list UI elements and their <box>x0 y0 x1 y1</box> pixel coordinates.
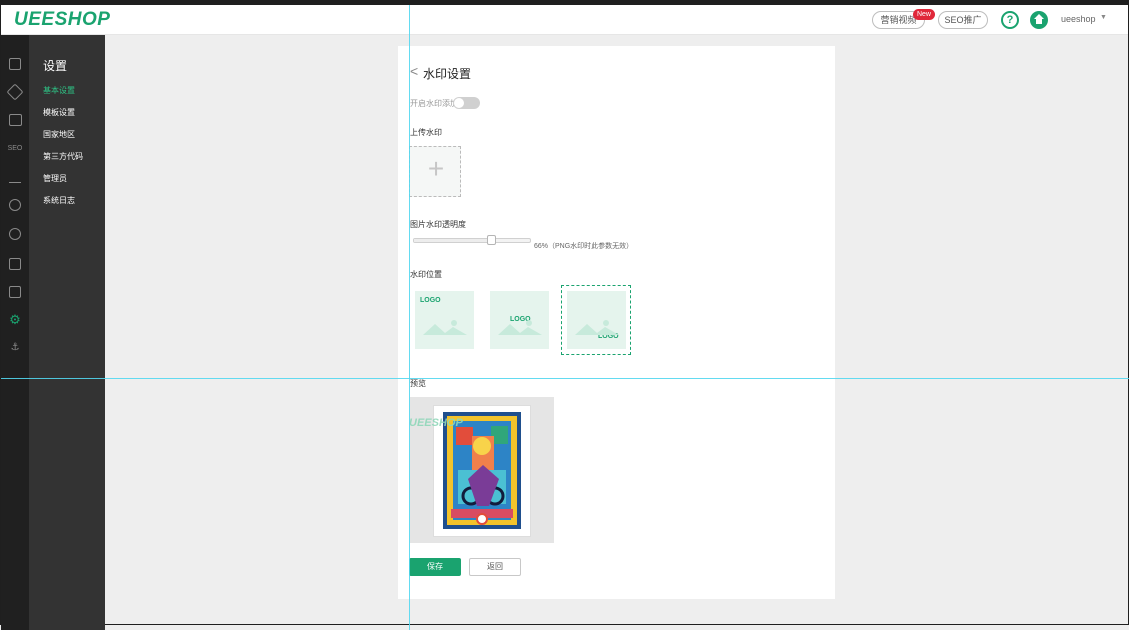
return-button[interactable]: 返回 <box>469 558 521 576</box>
chart-icon[interactable] <box>9 171 21 183</box>
sidebar-item-basic-settings[interactable]: 基本设置 <box>43 85 75 96</box>
home-icon[interactable] <box>1030 11 1048 29</box>
user-menu[interactable]: ueeshop <box>1061 14 1096 24</box>
help-icon[interactable]: ? <box>1001 11 1019 29</box>
upload-watermark-dropzone[interactable]: + <box>409 146 461 197</box>
image-placeholder-icon <box>575 320 619 335</box>
top-navigation: UEESHOP 营销视频 New SEO推广 ? ueeshop ▼ <box>1 5 1128 35</box>
preview-label: 预览 <box>410 379 426 388</box>
seo-icon[interactable]: SEO <box>7 143 23 155</box>
sidebar-item-system-log[interactable]: 系统日志 <box>43 195 75 206</box>
seo-promotion-button[interactable]: SEO推广 <box>938 11 988 29</box>
vertical-guide-line <box>409 5 410 630</box>
module-icon-bar: SEO ⚙ ⚓ <box>1 35 29 630</box>
sidebar-item-third-party-code[interactable]: 第三方代码 <box>43 151 83 162</box>
enable-watermark-label: 开启水印添加 <box>410 99 458 108</box>
settings-sidebar: 设置 基本设置 模板设置 国家地区 第三方代码 管理员 系统日志 <box>29 35 105 630</box>
opacity-label: 图片水印透明度 <box>410 220 466 229</box>
position-bottom-right-option[interactable]: LOGO <box>567 291 626 349</box>
position-top-left-logo-text: LOGO <box>420 297 441 304</box>
save-button[interactable]: 保存 <box>409 558 461 576</box>
chevron-down-icon[interactable]: ▼ <box>1100 14 1107 21</box>
brand-logo[interactable]: UEESHOP <box>14 9 110 31</box>
gear-icon[interactable]: ⚙ <box>9 313 21 326</box>
poster-artwork <box>443 412 521 529</box>
preview-watermark-text: UEESHOP <box>409 417 463 429</box>
sidebar-item-countries[interactable]: 国家地区 <box>43 129 75 140</box>
headset-icon[interactable] <box>9 228 21 240</box>
horizontal-guide-line <box>1 378 1129 379</box>
new-badge: New <box>913 9 935 20</box>
user-icon[interactable] <box>9 199 21 211</box>
book-icon[interactable] <box>9 114 22 126</box>
page-title: 水印设置 <box>423 67 472 81</box>
mail-icon[interactable] <box>9 258 21 270</box>
clipboard-icon[interactable] <box>9 58 21 70</box>
image-placeholder-icon <box>423 320 467 335</box>
opacity-slider-fill <box>414 239 491 242</box>
sidebar-item-template-settings[interactable]: 模板设置 <box>43 107 75 118</box>
opacity-slider[interactable] <box>413 235 531 245</box>
anchor-icon[interactable]: ⚓ <box>9 342 21 354</box>
opacity-slider-thumb[interactable] <box>487 235 496 245</box>
upload-watermark-label: 上传水印 <box>410 128 442 137</box>
watermark-position-label: 水印位置 <box>410 270 442 279</box>
back-icon[interactable]: < <box>410 64 418 78</box>
image-placeholder-icon <box>498 320 542 335</box>
sidebar-item-administrators[interactable]: 管理员 <box>43 173 67 184</box>
position-center-option[interactable]: LOGO <box>490 291 549 349</box>
enable-watermark-toggle[interactable] <box>453 97 480 109</box>
opacity-value-text: 66%（PNG水印时此参数无效） <box>534 243 634 250</box>
apps-icon[interactable] <box>9 286 21 298</box>
plus-icon: + <box>427 153 445 184</box>
position-top-left-option[interactable]: LOGO <box>415 291 474 349</box>
sidebar-title: 设置 <box>43 59 68 73</box>
cube-icon[interactable] <box>6 83 24 101</box>
application-frame: UEESHOP 营销视频 New SEO推广 ? ueeshop ▼ SEO ⚙… <box>0 0 1129 630</box>
